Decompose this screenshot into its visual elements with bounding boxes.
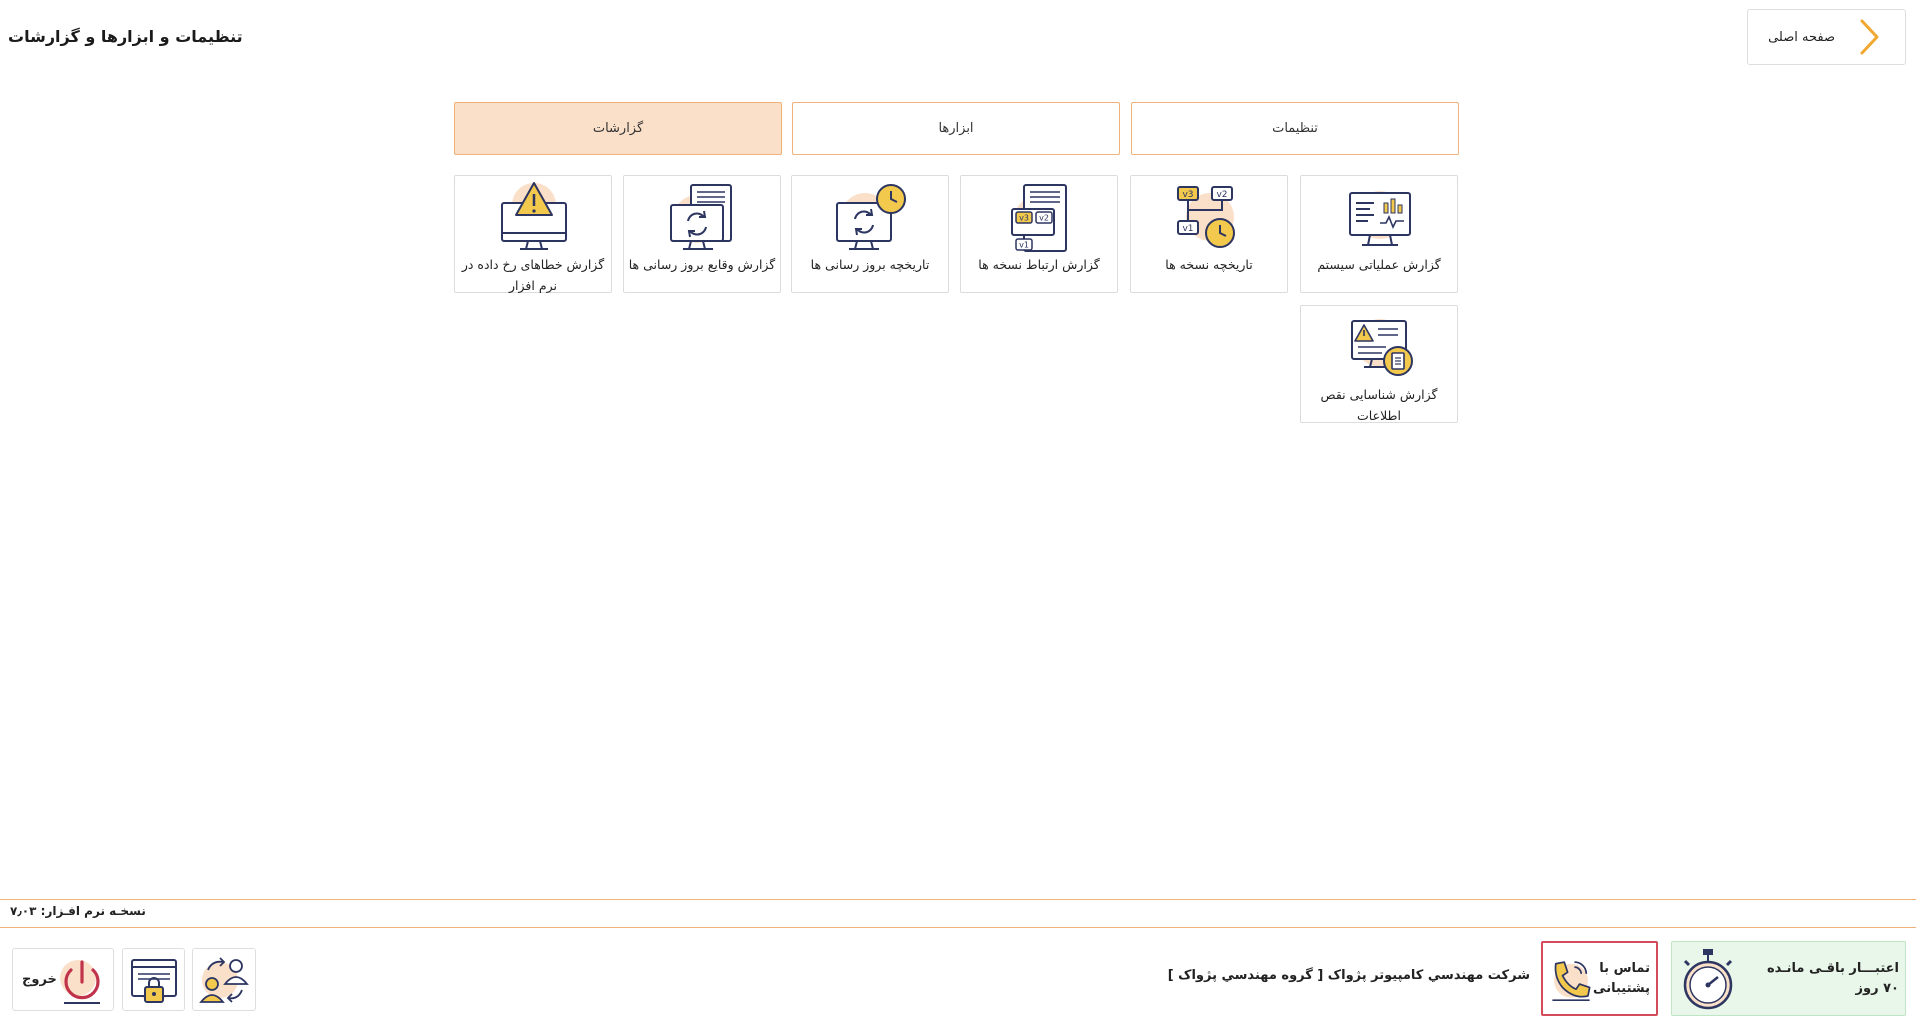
page-title: تنظیمات و ابزارها و گزارشات: [8, 27, 243, 46]
svg-text:v3: v3: [1019, 214, 1029, 223]
card-system-operational-report[interactable]: گزارش عملیاتی سیستم: [1300, 175, 1458, 293]
switch-user-button[interactable]: [192, 948, 256, 1011]
lock-screen-icon: [130, 958, 177, 1003]
card-label: تاریخچه بروز رسانی ها: [810, 257, 930, 272]
home-button-label: صفحه اصلی: [1768, 29, 1835, 45]
card-version-relations-report[interactable]: v3 v2 v1 گزارش ارتباط نسخه ها: [960, 175, 1118, 293]
tab-settings[interactable]: تنظیمات: [1131, 102, 1459, 155]
version-history-icon: v3 v2 v1: [1177, 186, 1235, 248]
card-update-history[interactable]: تاریخچه بروز رسانی ها: [791, 175, 949, 293]
home-button[interactable]: صفحه اصلی: [1747, 9, 1906, 65]
phone-icon: [1552, 960, 1591, 1001]
svg-text:v2: v2: [1216, 190, 1227, 200]
svg-text:v3: v3: [1182, 190, 1193, 200]
card-label: گزارش وقایع بروز رسانی ها: [628, 257, 776, 272]
remaining-credit-text: اعتبـــار باقـی مانـده ۷۰ روز: [1767, 959, 1899, 999]
svg-text:v1: v1: [1019, 241, 1029, 250]
card-version-history[interactable]: v3 v2 v1 تاریخچه نسخه ها: [1130, 175, 1288, 293]
remaining-credit-days: ۷۰ روز: [1855, 980, 1899, 996]
tab-bar: گزارشات ابزارها تنظیمات: [454, 102, 1459, 155]
card-update-events-report[interactable]: گزارش وقایع بروز رسانی ها: [623, 175, 781, 293]
tab-reports[interactable]: گزارشات: [454, 102, 782, 155]
update-history-icon: [836, 184, 906, 250]
remaining-credit-panel: اعتبـــار باقـی مانـده ۷۰ روز: [1671, 941, 1906, 1016]
switch-users-icon: [199, 956, 249, 1003]
card-label: گزارش ارتباط نسخه ها: [978, 257, 1100, 272]
card-label: گزارش خطاهای رخ داده در نرم افزار: [461, 257, 605, 293]
monitor-stats-icon: [1349, 191, 1411, 246]
contact-support-line1: تماس با: [1599, 960, 1650, 976]
remaining-credit-title: اعتبـــار باقـی مانـده: [1766, 960, 1899, 976]
card-software-errors-report[interactable]: گزارش خطاهای رخ داده در نرم افزار: [454, 175, 612, 293]
svg-text:v2: v2: [1039, 214, 1049, 223]
stopwatch-icon: [1683, 948, 1733, 1009]
footer-divider-bottom: [0, 927, 1916, 928]
exit-button-label: خروج: [22, 972, 57, 987]
svg-text:v1: v1: [1182, 224, 1193, 234]
company-name: شرکت مهندسي کامپيوتر پژواک [ گروه مهندسي…: [1167, 968, 1530, 983]
contact-support-button[interactable]: تماس با پشتیبانی: [1541, 941, 1658, 1016]
card-label: گزارش عملیاتی سیستم: [1317, 257, 1441, 272]
card-label: تاریخچه نسخه ها: [1165, 257, 1253, 272]
contact-support-line2: پشتیبانی: [1593, 980, 1650, 996]
error-warning-icon: [501, 182, 567, 250]
lock-screen-button[interactable]: [122, 948, 185, 1011]
chevron-right-icon: [1860, 19, 1879, 55]
card-data-defect-report[interactable]: گزارش شناسایی نقص اطلاعات: [1300, 305, 1458, 423]
update-events-icon: [670, 184, 732, 250]
data-defect-icon: [1351, 319, 1413, 376]
footer-divider-top: [0, 899, 1916, 900]
version-relations-icon: v3 v2 v1: [1011, 184, 1067, 252]
tab-tools[interactable]: ابزارها: [792, 102, 1120, 155]
contact-support-text: تماس با پشتیبانی: [1593, 959, 1650, 999]
exit-button[interactable]: خروج: [12, 948, 114, 1011]
card-label: گزارش شناسایی نقص اطلاعات: [1320, 387, 1438, 423]
power-icon: [60, 960, 100, 1004]
software-version: نسخـه نرم افـزار: ۷٫۰۳: [10, 904, 146, 918]
